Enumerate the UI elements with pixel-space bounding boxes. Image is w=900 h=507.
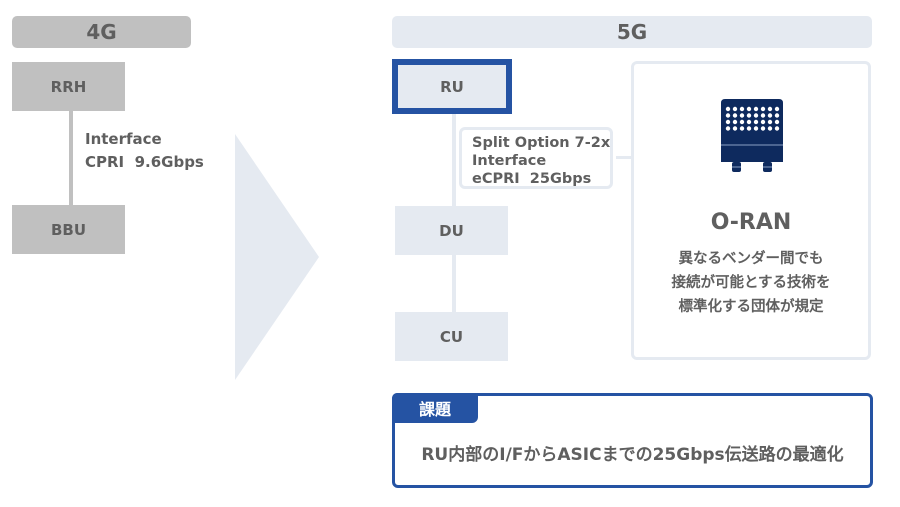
antenna-dot: [774, 119, 780, 125]
antenna-dot: [746, 119, 752, 125]
header-4g: 4G: [12, 16, 191, 48]
radio-unit-icon: [721, 99, 783, 172]
antenna-dot: [760, 113, 766, 118]
antenna-dot: [746, 106, 752, 112]
antenna-dot: [774, 106, 780, 112]
antenna-dot: [753, 126, 759, 131]
oran-description-line-3: 標準化する団体が規定: [678, 299, 824, 315]
box-bbu: BBU: [12, 205, 125, 254]
issue-tag: 課題: [392, 393, 478, 423]
antenna-dot: [732, 113, 738, 118]
interface-4g-line-2: CPRI 9.6Gbps: [85, 153, 204, 171]
antenna-dot: [767, 126, 773, 131]
antenna-dot: [739, 126, 745, 131]
header-5g: 5G: [392, 16, 872, 48]
antenna-dot: [760, 119, 766, 125]
oran-description-line-1: 異なるベンダー間でも: [678, 251, 824, 267]
antenna-dot: [732, 119, 738, 125]
antenna-dot: [767, 119, 773, 125]
interface-5g-line-2: Interface: [472, 153, 547, 169]
antenna-dot: [725, 113, 731, 118]
antenna-dot: [746, 113, 752, 118]
oran-description: 異なるベンダー間でも 接続が可能とする技術を 標準化する団体が規定: [631, 247, 871, 319]
antenna-dot: [725, 119, 731, 125]
antenna-dot: [774, 126, 780, 131]
box-ru: RU: [392, 59, 512, 114]
antenna-dot: [739, 113, 745, 118]
interface-5g-box: Split Option 7-2x Interface eCPRI 25Gbps: [459, 127, 613, 189]
antenna-dot: [732, 106, 738, 112]
antenna-dot: [753, 106, 759, 112]
transition-arrow-icon: [235, 134, 319, 380]
oran-title: O-RAN: [710, 210, 792, 235]
interface-5g-line-1: Split Option 7-2x: [472, 135, 611, 151]
antenna-dot: [753, 113, 759, 118]
antenna-dot: [767, 113, 773, 118]
connector-interface-oran: [616, 156, 632, 159]
interface-4g-label: Interface CPRI 9.6Gbps: [85, 128, 204, 174]
antenna-dot: [760, 126, 766, 131]
antenna-dot: [753, 119, 759, 125]
antenna-dot: [746, 126, 752, 131]
box-rrh: RRH: [12, 62, 125, 111]
interface-5g-line-3: eCPRI 25Gbps: [472, 171, 592, 187]
box-du: DU: [395, 206, 508, 255]
antenna-dot: [774, 113, 780, 118]
antenna-dot: [739, 119, 745, 125]
box-cu: CU: [395, 312, 508, 361]
connector-rrh-bbu: [69, 110, 73, 206]
antenna-dot: [760, 106, 766, 112]
antenna-dot: [739, 106, 745, 112]
issue-text: RU内部のI/FからASICまでの25Gbps伝送路の最適化: [421, 445, 844, 465]
antenna-dot: [725, 126, 731, 131]
interface-4g-line-1: Interface: [85, 130, 162, 148]
oran-description-line-2: 接続が可能とする技術を: [671, 275, 831, 291]
antenna-dot: [732, 126, 738, 131]
antenna-dot: [725, 106, 731, 112]
antenna-dot: [767, 106, 773, 112]
